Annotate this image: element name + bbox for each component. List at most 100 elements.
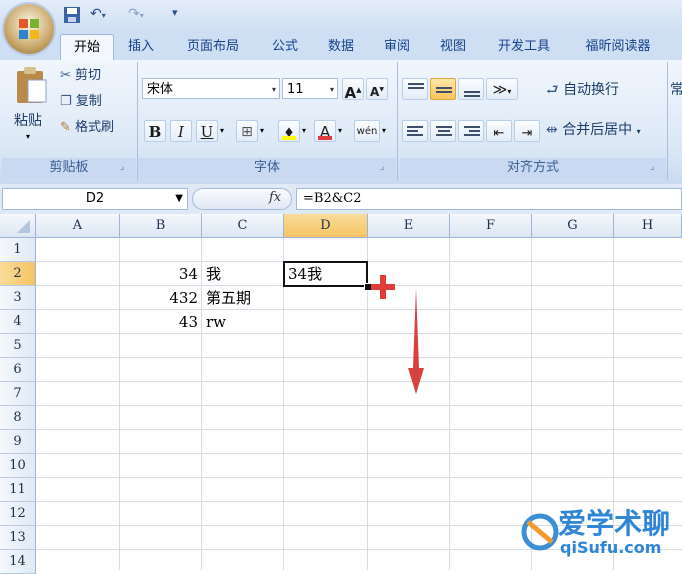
increase-indent-button[interactable]: ⇥: [514, 120, 540, 142]
shrink-font-button[interactable]: A▼: [366, 78, 388, 100]
column-header-d[interactable]: D: [284, 214, 368, 238]
align-right-button[interactable]: [458, 120, 484, 142]
grow-font-button[interactable]: A▲: [342, 78, 364, 102]
column-header-b[interactable]: B: [120, 214, 202, 238]
cell-b2[interactable]: 34: [120, 262, 198, 286]
tab-home[interactable]: 开始: [60, 34, 114, 61]
row-header-5[interactable]: 5: [0, 334, 36, 358]
cell-c4[interactable]: rw: [206, 310, 282, 334]
copy-button[interactable]: ❐ 复制: [60, 92, 136, 112]
name-box[interactable]: D2 ▼: [2, 188, 188, 210]
column-header-e[interactable]: E: [368, 214, 450, 238]
fill-handle-cursor-plus-icon: [371, 275, 395, 299]
gridline: [36, 477, 682, 478]
italic-button[interactable]: I: [170, 120, 192, 142]
orientation-button[interactable]: ≫▾: [486, 78, 518, 100]
tab-formulas[interactable]: 公式: [258, 34, 312, 60]
borders-dropdown-icon[interactable]: ▾: [260, 126, 264, 135]
customize-qat-button[interactable]: ▾: [172, 6, 182, 24]
row-header-3[interactable]: 3: [0, 286, 36, 310]
copy-label: 复制: [75, 94, 102, 109]
align-center-button[interactable]: [430, 120, 456, 142]
align-bottom-button[interactable]: [458, 78, 484, 100]
font-color-button[interactable]: A: [314, 120, 336, 142]
merge-center-button[interactable]: ⇹ 合并后居中 ▾: [546, 120, 662, 140]
row-header-2[interactable]: 2: [0, 262, 36, 286]
merge-center-label: 合并后居中: [562, 122, 633, 138]
tab-developer[interactable]: 开发工具: [482, 34, 566, 60]
decrease-indent-icon: ⇤: [493, 126, 505, 141]
cut-button[interactable]: ✂ 剪切: [60, 66, 136, 86]
font-size-combo[interactable]: 11 ▾: [282, 78, 338, 99]
row-header-8[interactable]: 8: [0, 406, 36, 430]
borders-icon: ⊞: [241, 124, 253, 140]
bold-button[interactable]: B: [144, 120, 166, 142]
paste-button[interactable]: 粘贴 ▾: [8, 66, 54, 152]
office-button[interactable]: [4, 4, 54, 54]
row-header-14[interactable]: 14: [0, 550, 36, 574]
tab-view[interactable]: 视图: [426, 34, 480, 60]
select-all-button[interactable]: [0, 214, 36, 238]
borders-button[interactable]: ⊞: [236, 120, 258, 142]
align-middle-button[interactable]: [430, 78, 456, 100]
tab-page-layout[interactable]: 页面布局: [172, 34, 254, 60]
row-header-9[interactable]: 9: [0, 430, 36, 454]
row-header-6[interactable]: 6: [0, 358, 36, 382]
row-header-10[interactable]: 10: [0, 454, 36, 478]
merge-cells-icon: ⇹: [546, 122, 558, 138]
watermark-url: qiSufu.com: [560, 538, 662, 557]
number-format-partial[interactable]: 常: [670, 80, 682, 100]
align-left-button[interactable]: [402, 120, 428, 142]
column-header-c[interactable]: C: [202, 214, 284, 238]
phonetic-icon: wén: [356, 126, 378, 137]
column-header-g[interactable]: G: [532, 214, 614, 238]
font-color-dropdown-icon[interactable]: ▾: [338, 126, 342, 135]
underline-dropdown-icon[interactable]: ▾: [220, 126, 224, 135]
tab-insert[interactable]: 插入: [114, 34, 168, 60]
cell-b3[interactable]: 432: [120, 286, 198, 310]
dialog-launcher-icon[interactable]: ⌟: [380, 162, 390, 172]
decrease-indent-button[interactable]: ⇤: [486, 120, 512, 142]
cell-b4[interactable]: 43: [120, 310, 198, 334]
row-header-13[interactable]: 13: [0, 526, 36, 550]
cell-c3[interactable]: 第五期: [206, 286, 282, 310]
column-header-h[interactable]: H: [614, 214, 682, 238]
tab-data[interactable]: 数据: [314, 34, 368, 60]
phonetic-guide-button[interactable]: wén: [354, 120, 380, 142]
drag-down-arrow-icon: [408, 288, 424, 394]
row-header-12[interactable]: 12: [0, 502, 36, 526]
fill-color-dropdown-icon[interactable]: ▾: [302, 126, 306, 135]
paste-icon: [17, 67, 47, 103]
align-top-button[interactable]: [402, 78, 428, 100]
undo-button[interactable]: ↶▾: [90, 6, 120, 24]
row-header-1[interactable]: 1: [0, 238, 36, 262]
dialog-launcher-icon[interactable]: ⌟: [650, 162, 660, 172]
row-header-4[interactable]: 4: [0, 310, 36, 334]
tab-foxit-reader[interactable]: 福昕阅读器: [570, 34, 666, 60]
orientation-icon: ≫: [492, 82, 508, 98]
formula-bar-splitter[interactable]: fx: [192, 188, 292, 210]
column-header-f[interactable]: F: [450, 214, 532, 238]
cell-c2[interactable]: 我: [206, 262, 282, 286]
save-icon[interactable]: [62, 6, 82, 24]
tab-review[interactable]: 审阅: [370, 34, 424, 60]
gridline: [201, 238, 202, 570]
underline-button[interactable]: U: [196, 120, 218, 142]
redo-icon: ↷: [128, 6, 140, 22]
insert-function-icon[interactable]: fx: [269, 190, 281, 205]
formula-input[interactable]: =B2&C2: [296, 188, 682, 210]
shrink-font-icon: A: [370, 85, 380, 99]
font-name-combo[interactable]: 宋体 ▾: [142, 78, 280, 99]
wrap-text-icon: ⮐: [546, 82, 559, 98]
column-header-a[interactable]: A: [36, 214, 120, 238]
row-header-7[interactable]: 7: [0, 382, 36, 406]
wrap-text-button[interactable]: ⮐ 自动换行: [546, 80, 646, 100]
dialog-launcher-icon[interactable]: ⌟: [120, 162, 130, 172]
format-painter-button[interactable]: ✎ 格式刷: [60, 118, 136, 138]
redo-button[interactable]: ↷▾: [128, 6, 164, 24]
phonetic-dropdown-icon[interactable]: ▾: [382, 126, 386, 135]
fill-color-button[interactable]: ♦: [278, 120, 300, 142]
chevron-down-icon[interactable]: ▼: [175, 189, 183, 209]
row-header-11[interactable]: 11: [0, 478, 36, 502]
gridline: [283, 238, 284, 570]
